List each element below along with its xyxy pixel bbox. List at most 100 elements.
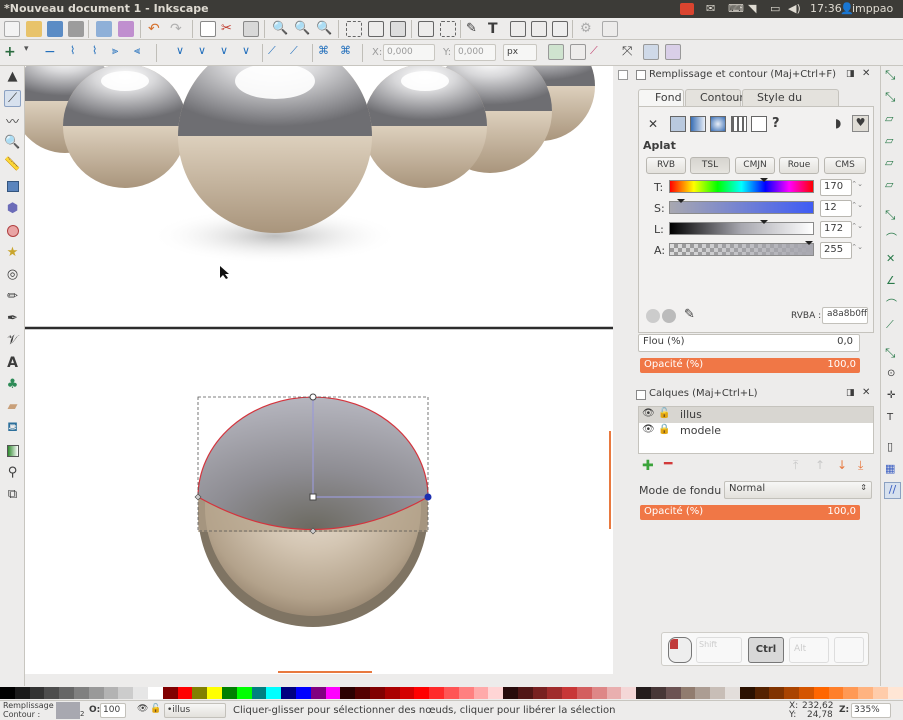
swatch-icon[interactable]: [751, 116, 767, 132]
palette-swatch[interactable]: [458, 687, 474, 699]
objects-icon[interactable]: [531, 21, 547, 37]
auto-smooth-node-icon[interactable]: ∨: [242, 44, 258, 60]
scroll-corner-icon[interactable]: [618, 70, 628, 80]
snap-midpoint-icon[interactable]: ⟋: [886, 318, 894, 332]
palette-swatch[interactable]: [680, 687, 696, 699]
palette-swatch[interactable]: [517, 687, 533, 699]
snap-bbox-icon[interactable]: [643, 44, 659, 60]
import-icon[interactable]: [96, 21, 112, 37]
palette-swatch[interactable]: [29, 687, 45, 699]
opacity-input[interactable]: 100: [100, 703, 126, 718]
snap-guide-icon[interactable]: //: [884, 482, 901, 499]
palette-swatch[interactable]: [295, 687, 311, 699]
rgba-input[interactable]: a8a8b0ff: [822, 307, 868, 324]
object-to-path-icon[interactable]: ⌘: [318, 44, 334, 60]
preferences-icon[interactable]: ⚙: [580, 21, 596, 37]
current-layer-select[interactable]: •illus: [164, 703, 226, 718]
lock-icon[interactable]: 🔒: [658, 424, 670, 435]
channel-s-slider[interactable]: [669, 199, 814, 214]
pick-color-icon[interactable]: ✎: [684, 307, 695, 322]
show-outline-icon[interactable]: ⟋: [590, 44, 606, 60]
palette-swatch[interactable]: [813, 687, 829, 699]
palette-swatch[interactable]: [577, 687, 592, 699]
channel-h-input[interactable]: 170: [820, 179, 863, 196]
palette-swatch[interactable]: [281, 687, 296, 699]
clock[interactable]: 17:36: [810, 2, 842, 15]
remove-layer-icon[interactable]: ━: [664, 456, 672, 472]
palette-swatch[interactable]: [103, 687, 119, 699]
group-icon[interactable]: [418, 21, 434, 37]
palette-swatch[interactable]: [310, 687, 326, 699]
tweak-tool-icon[interactable]: 〰: [4, 112, 21, 130]
mode-hsl-button[interactable]: TSL: [690, 157, 730, 174]
export-icon[interactable]: [118, 21, 134, 37]
palette-swatch[interactable]: [621, 687, 637, 699]
layer-up-icon[interactable]: ↑: [815, 458, 825, 472]
palette-swatch[interactable]: [828, 687, 844, 699]
paste-icon[interactable]: [243, 21, 259, 37]
fill-swatch[interactable]: [56, 702, 80, 719]
delete-segment-icon[interactable]: ⫷: [134, 44, 150, 60]
insert-node-icon[interactable]: +: [4, 44, 20, 60]
mail-icon[interactable]: ✉: [706, 2, 715, 15]
user-name[interactable]: imppao: [852, 2, 893, 15]
palette-swatch[interactable]: [0, 687, 15, 699]
palette-swatch[interactable]: [162, 687, 178, 699]
x-coord-input[interactable]: 0,000: [383, 44, 435, 61]
layer-row[interactable]: 👁 🔓 illus: [639, 407, 873, 423]
node-tool-icon[interactable]: ⟋: [4, 90, 21, 107]
palette-swatch[interactable]: [14, 687, 30, 699]
color-managed-icon[interactable]: [646, 309, 660, 323]
close-icon[interactable]: ✕: [862, 68, 870, 79]
rectangle-tool-icon[interactable]: [4, 178, 21, 195]
line-segment-icon[interactable]: ⟋: [268, 44, 284, 60]
snap-intersection-icon[interactable]: ✕: [886, 252, 895, 265]
layer-to-top-icon[interactable]: ⤒: [793, 458, 798, 473]
palette-swatch[interactable]: [88, 687, 104, 699]
palette-swatch[interactable]: [547, 687, 563, 699]
zoom-selection-icon[interactable]: 🔍: [272, 21, 288, 37]
slider-marker[interactable]: [676, 199, 685, 203]
node-handle[interactable]: [309, 493, 317, 501]
snap-nodes-icon[interactable]: [665, 44, 681, 60]
eraser-tool-icon[interactable]: ▰: [4, 398, 21, 415]
canvas-drawing[interactable]: [25, 66, 613, 674]
palette-swatch[interactable]: [503, 687, 518, 699]
snap-center-icon[interactable]: ⊙: [887, 368, 895, 379]
snap-grid-icon[interactable]: ▦: [885, 462, 895, 475]
palette-swatch[interactable]: [665, 687, 681, 699]
mode-wheel-button[interactable]: Roue: [779, 157, 819, 174]
smooth-node-icon[interactable]: ∨: [198, 44, 214, 60]
palette-swatch[interactable]: [369, 687, 385, 699]
palette-swatch[interactable]: [59, 687, 74, 699]
palette-swatch[interactable]: [251, 687, 267, 699]
mode-cms-button[interactable]: CMS: [824, 157, 866, 174]
vertical-scrollbar[interactable]: [613, 66, 633, 674]
ellipse-tool-icon[interactable]: [4, 222, 21, 239]
radial-gradient-icon[interactable]: [710, 116, 726, 132]
snap-path-icon[interactable]: ⌒: [886, 230, 897, 246]
visibility-eye-icon[interactable]: 👁: [642, 424, 655, 435]
layers-close-icon[interactable]: ✕: [862, 387, 870, 398]
snap-text-baseline-icon[interactable]: T: [887, 412, 893, 423]
tab-stroke-style[interactable]: Style du contour: [742, 89, 839, 117]
no-paint-icon[interactable]: ✕: [648, 117, 658, 131]
channel-a-slider[interactable]: [669, 241, 814, 256]
fill-opacity-slider[interactable]: Opacité (%) 100,0: [640, 358, 860, 373]
channel-l-input[interactable]: 172: [820, 221, 863, 238]
pattern-icon[interactable]: [731, 116, 747, 132]
palette-swatch[interactable]: [769, 687, 785, 699]
cusp-node-icon[interactable]: ∨: [176, 44, 192, 60]
snap-cusp-icon[interactable]: ∠: [886, 274, 896, 287]
spray-tool-icon[interactable]: ♣: [4, 376, 21, 393]
gradient-tool-icon[interactable]: [4, 442, 21, 459]
zoom-drawing-icon[interactable]: 🔍: [294, 21, 310, 37]
y-coord-input[interactable]: 0,000: [454, 44, 496, 61]
selector-tool-icon[interactable]: ▲: [4, 68, 21, 85]
dropdown-arrow-icon[interactable]: ▾: [24, 44, 40, 60]
undo-icon[interactable]: ↶: [148, 21, 164, 37]
pearl-strand[interactable]: [25, 66, 595, 233]
layer-down-icon[interactable]: ↓: [837, 458, 847, 472]
zoom-tool-icon[interactable]: 🔍: [4, 134, 21, 151]
snap-bbox-icon[interactable]: ⤡: [885, 90, 895, 105]
